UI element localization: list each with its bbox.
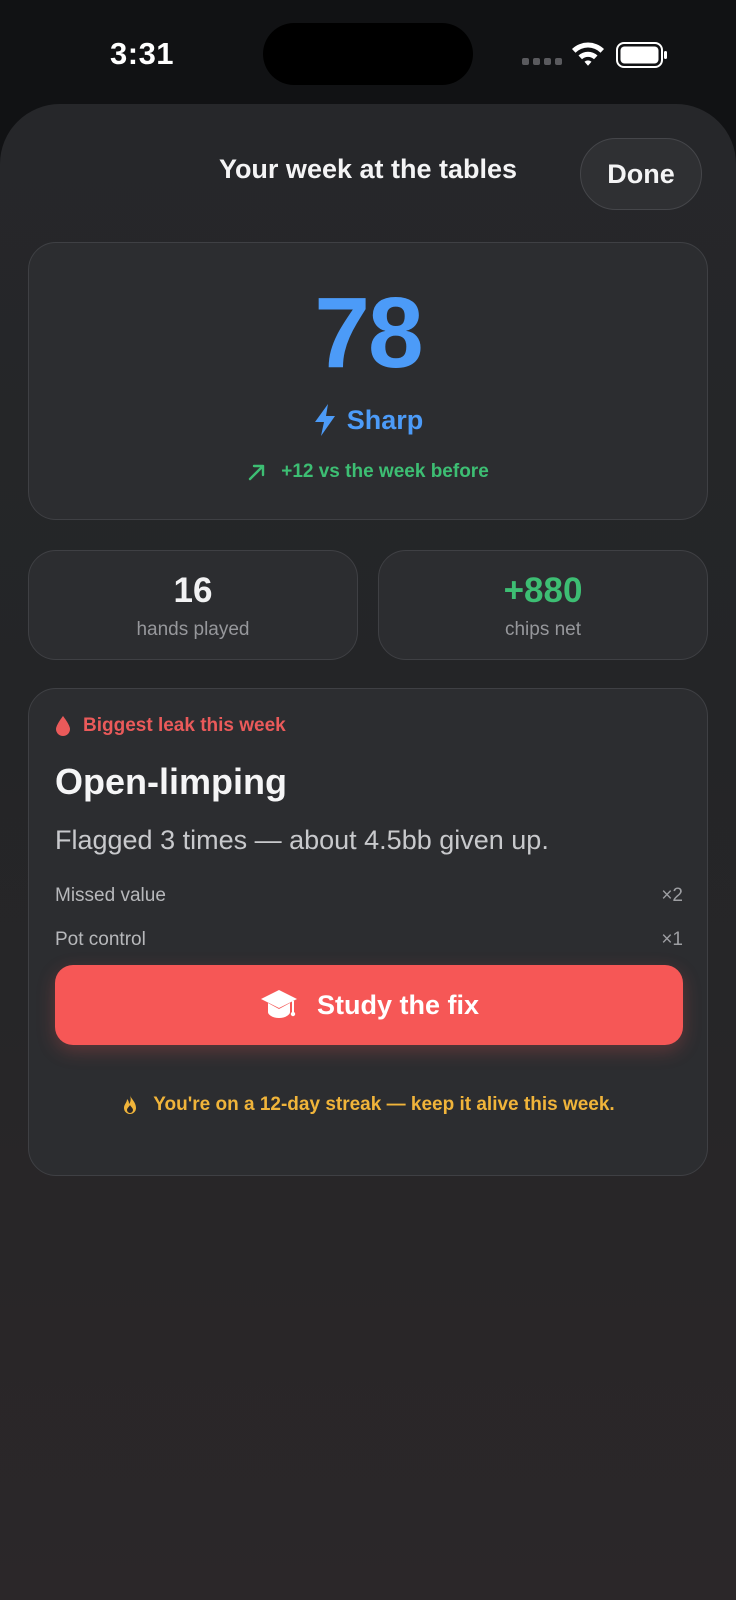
hands-played-card: 16 hands played <box>28 550 358 660</box>
leak-description: Flagged 3 times — about 4.5bb given up. <box>55 825 549 855</box>
leak-heading-row: Biggest leak this week <box>55 715 286 737</box>
weekly-summary-sheet: Your week at the tables Done 78 Sharp +1… <box>0 104 736 1600</box>
wifi-icon <box>572 42 604 66</box>
score-value: 78 <box>314 277 423 389</box>
chips-net-card: +880 chips net <box>378 550 708 660</box>
leak-item: Pot control ×1 <box>55 929 683 951</box>
score-label: Sharp <box>346 404 424 435</box>
leak-item-count: ×2 <box>661 885 683 906</box>
leak-item-label: Pot control <box>55 929 146 950</box>
score-card: 78 Sharp +12 vs the week before <box>28 242 708 520</box>
chips-net-caption: chips net <box>504 619 582 640</box>
signal-icon <box>522 58 562 65</box>
leak-item-label: Missed value <box>55 885 166 906</box>
leak-item: Missed value ×2 <box>55 885 683 907</box>
score-delta-text: +12 vs the week before <box>281 461 489 482</box>
sheet-header: Your week at the tables Done <box>0 104 736 244</box>
trend-up-arrow-icon <box>249 464 265 481</box>
score-label-row: Sharp <box>29 403 707 437</box>
leak-heading: Biggest leak this week <box>83 715 286 736</box>
drop-icon <box>56 716 70 736</box>
graduation-cap-icon <box>260 990 297 1018</box>
leak-item-count: ×1 <box>661 929 683 950</box>
chips-net-value: +880 <box>503 571 583 610</box>
status-bar: 3:31 <box>0 0 736 100</box>
score-delta-row: +12 vs the week before <box>29 461 707 483</box>
done-button[interactable]: Done <box>580 138 702 210</box>
bolt-icon <box>314 404 335 436</box>
streak-row: You're on a 12-day streak — keep it aliv… <box>0 1094 736 1116</box>
dynamic-island <box>263 23 473 85</box>
study-fix-button[interactable]: Study the fix <box>55 965 683 1045</box>
study-fix-label: Study the fix <box>316 989 479 1020</box>
hands-played-caption: hands played <box>136 619 250 640</box>
flame-icon <box>124 1095 137 1114</box>
streak-text: You're on a 12-day streak — keep it aliv… <box>153 1094 615 1115</box>
battery-icon <box>616 42 667 68</box>
hands-played-value: 16 <box>173 571 213 610</box>
leak-title: Open-limping <box>55 761 287 802</box>
status-time: 3:31 <box>110 36 175 71</box>
